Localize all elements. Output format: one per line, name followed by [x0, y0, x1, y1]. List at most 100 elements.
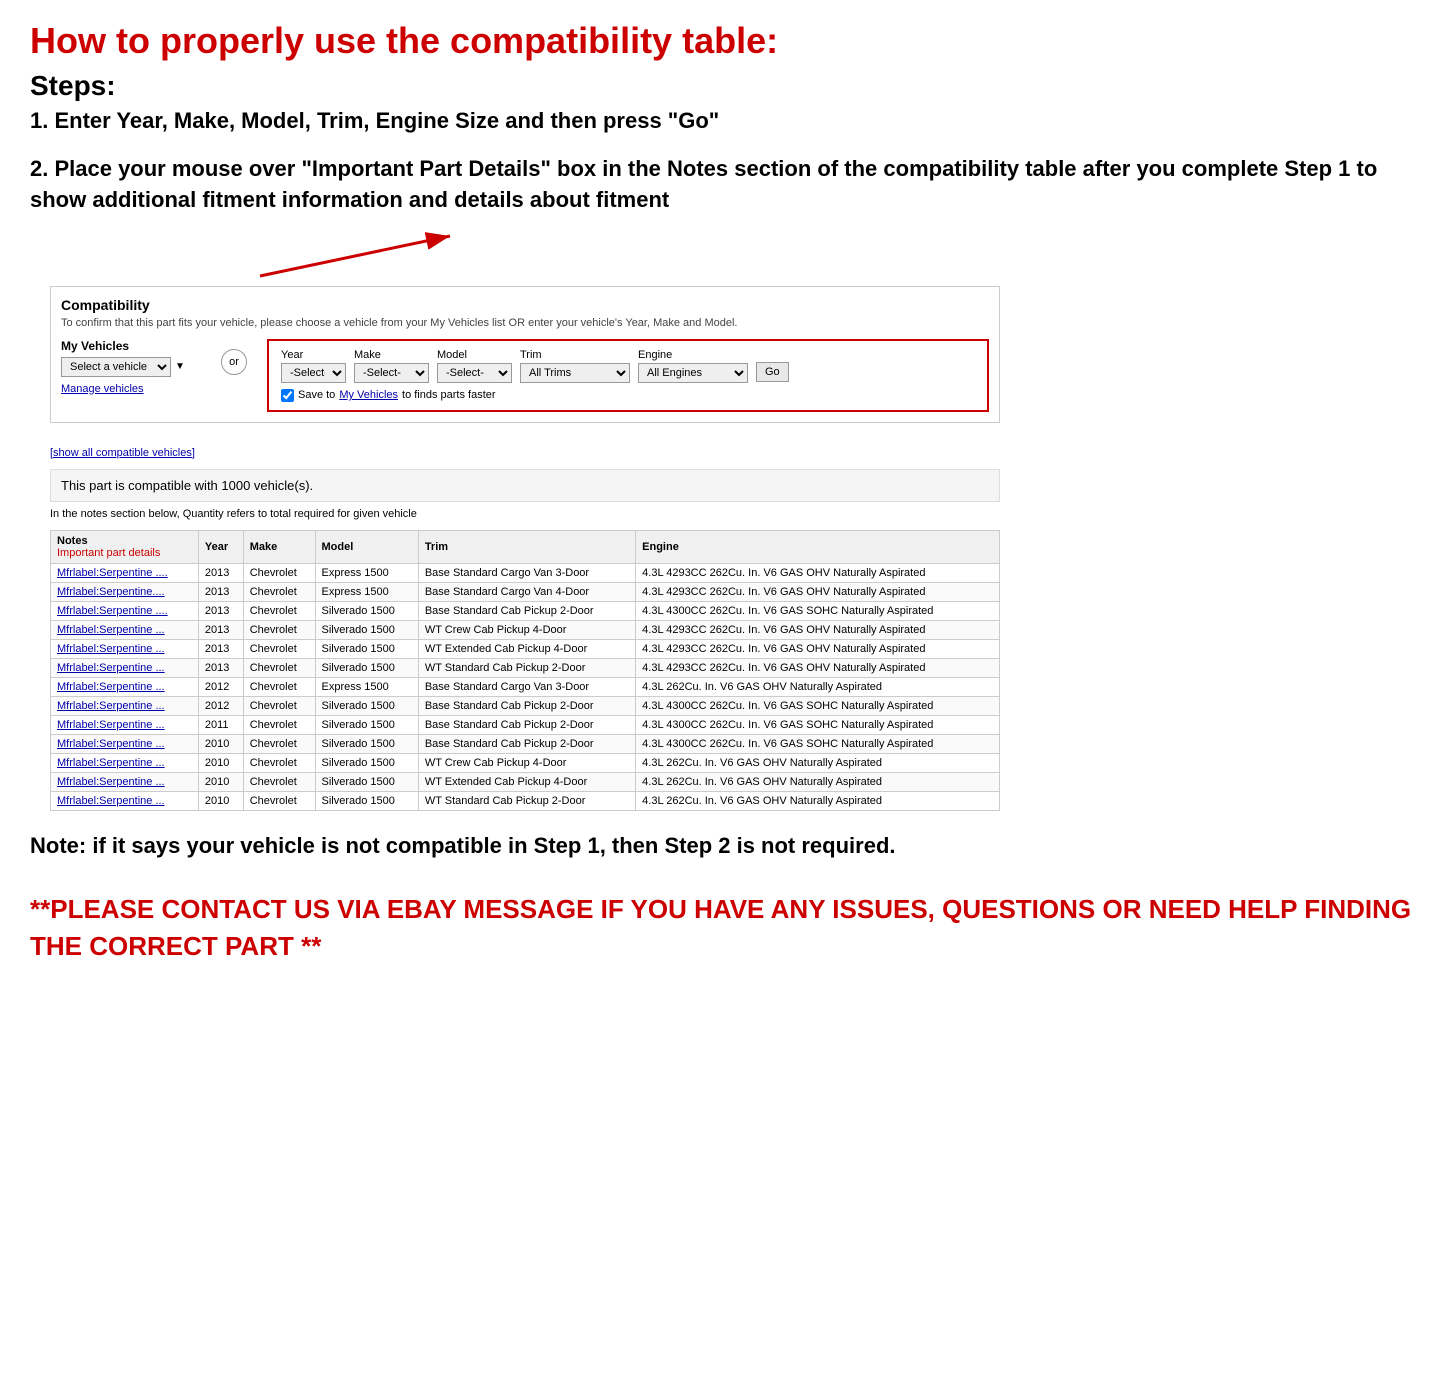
- header-model: Model: [315, 530, 418, 563]
- notes-cell[interactable]: Mfrlabel:Serpentine ...: [51, 791, 199, 810]
- make-cell: Chevrolet: [243, 753, 315, 772]
- year-select[interactable]: -Select-: [281, 363, 346, 383]
- engine-select[interactable]: All Engines: [638, 363, 748, 383]
- trim-cell: WT Standard Cab Pickup 2-Door: [418, 658, 635, 677]
- trim-cell: WT Standard Cab Pickup 2-Door: [418, 791, 635, 810]
- header-trim: Trim: [418, 530, 635, 563]
- header-year: Year: [198, 530, 243, 563]
- engine-cell: 4.3L 4293CC 262Cu. In. V6 GAS OHV Natura…: [636, 582, 1000, 601]
- model-cell: Silverado 1500: [315, 734, 418, 753]
- vehicle-form-section: Year -Select- Make -Select- Model -Selec…: [267, 339, 989, 412]
- make-cell: Chevrolet: [243, 696, 315, 715]
- trim-cell: Base Standard Cargo Van 3-Door: [418, 563, 635, 582]
- engine-cell: 4.3L 4293CC 262Cu. In. V6 GAS OHV Natura…: [636, 658, 1000, 677]
- compat-title: Compatibility: [61, 297, 989, 313]
- save-checkbox[interactable]: [281, 389, 294, 402]
- or-label: or: [221, 349, 247, 375]
- make-cell: Chevrolet: [243, 601, 315, 620]
- year-cell: 2010: [198, 753, 243, 772]
- model-select[interactable]: -Select-: [437, 363, 512, 383]
- table-row: Mfrlabel:Serpentine ...2013ChevroletSilv…: [51, 639, 1000, 658]
- compatibility-table: Notes Important part details Year Make M…: [50, 530, 1000, 811]
- model-cell: Silverado 1500: [315, 753, 418, 772]
- go-button[interactable]: Go: [756, 362, 789, 382]
- notes-header-label: Notes: [57, 535, 88, 547]
- model-cell: Express 1500: [315, 677, 418, 696]
- engine-cell: 4.3L 4300CC 262Cu. In. V6 GAS SOHC Natur…: [636, 715, 1000, 734]
- trim-label: Trim: [520, 349, 630, 361]
- engine-cell: 4.3L 4300CC 262Cu. In. V6 GAS SOHC Natur…: [636, 601, 1000, 620]
- make-cell: Chevrolet: [243, 658, 315, 677]
- my-vehicles-section: My Vehicles Select a vehicle ▼ Manage ve…: [61, 339, 201, 401]
- engine-cell: 4.3L 4300CC 262Cu. In. V6 GAS SOHC Natur…: [636, 696, 1000, 715]
- table-row: Mfrlabel:Serpentine ...2011ChevroletSilv…: [51, 715, 1000, 734]
- table-row: Mfrlabel:Serpentine ...2010ChevroletSilv…: [51, 772, 1000, 791]
- year-cell: 2012: [198, 696, 243, 715]
- table-header-row: Notes Important part details Year Make M…: [51, 530, 1000, 563]
- notes-cell[interactable]: Mfrlabel:Serpentine ...: [51, 734, 199, 753]
- make-cell: Chevrolet: [243, 715, 315, 734]
- trim-cell: Base Standard Cab Pickup 2-Door: [418, 601, 635, 620]
- show-all-link[interactable]: [show all compatible vehicles]: [50, 447, 195, 459]
- trim-cell: Base Standard Cab Pickup 2-Door: [418, 734, 635, 753]
- manage-vehicles-link[interactable]: Manage vehicles: [61, 383, 201, 395]
- make-cell: Chevrolet: [243, 734, 315, 753]
- year-label: Year: [281, 349, 346, 361]
- engine-cell: 4.3L 4293CC 262Cu. In. V6 GAS OHV Natura…: [636, 620, 1000, 639]
- trim-cell: Base Standard Cargo Van 3-Door: [418, 677, 635, 696]
- trim-cell: WT Crew Cab Pickup 4-Door: [418, 620, 635, 639]
- model-cell: Express 1500: [315, 563, 418, 582]
- year-field: Year -Select-: [281, 349, 346, 383]
- notes-cell[interactable]: Mfrlabel:Serpentine ...: [51, 639, 199, 658]
- vehicle-select[interactable]: Select a vehicle: [61, 357, 171, 377]
- make-select[interactable]: -Select-: [354, 363, 429, 383]
- year-cell: 2013: [198, 601, 243, 620]
- table-row: Mfrlabel:Serpentine ...2010ChevroletSilv…: [51, 734, 1000, 753]
- notes-cell[interactable]: Mfrlabel:Serpentine....: [51, 582, 199, 601]
- trim-field: Trim All Trims: [520, 349, 630, 383]
- table-row: Mfrlabel:Serpentine ...2010ChevroletSilv…: [51, 753, 1000, 772]
- make-cell: Chevrolet: [243, 563, 315, 582]
- my-vehicles-link[interactable]: My Vehicles: [339, 389, 398, 401]
- notes-cell[interactable]: Mfrlabel:Serpentine ...: [51, 715, 199, 734]
- header-engine: Engine: [636, 530, 1000, 563]
- trim-cell: WT Extended Cab Pickup 4-Door: [418, 772, 635, 791]
- engine-cell: 4.3L 262Cu. In. V6 GAS OHV Naturally Asp…: [636, 791, 1000, 810]
- notes-cell[interactable]: Mfrlabel:Serpentine ....: [51, 601, 199, 620]
- notes-cell[interactable]: Mfrlabel:Serpentine ...: [51, 658, 199, 677]
- steps-heading: Steps:: [30, 70, 1415, 102]
- important-part-details-label: Important part details: [57, 547, 160, 559]
- make-label: Make: [354, 349, 429, 361]
- step2-text: 2. Place your mouse over "Important Part…: [30, 154, 1415, 216]
- year-cell: 2013: [198, 582, 243, 601]
- model-cell: Express 1500: [315, 582, 418, 601]
- notes-cell[interactable]: Mfrlabel:Serpentine ...: [51, 677, 199, 696]
- year-cell: 2011: [198, 715, 243, 734]
- notes-cell[interactable]: Mfrlabel:Serpentine ....: [51, 563, 199, 582]
- trim-cell: WT Extended Cab Pickup 4-Door: [418, 639, 635, 658]
- trim-cell: WT Crew Cab Pickup 4-Door: [418, 753, 635, 772]
- model-cell: Silverado 1500: [315, 601, 418, 620]
- year-cell: 2013: [198, 639, 243, 658]
- notes-cell[interactable]: Mfrlabel:Serpentine ...: [51, 772, 199, 791]
- trim-select[interactable]: All Trims: [520, 363, 630, 383]
- main-title: How to properly use the compatibility ta…: [30, 20, 1415, 62]
- table-row: Mfrlabel:Serpentine....2013ChevroletExpr…: [51, 582, 1000, 601]
- model-field: Model -Select-: [437, 349, 512, 383]
- compat-subtitle: To confirm that this part fits your vehi…: [61, 317, 989, 329]
- model-cell: Silverado 1500: [315, 715, 418, 734]
- year-cell: 2010: [198, 772, 243, 791]
- notes-cell[interactable]: Mfrlabel:Serpentine ...: [51, 753, 199, 772]
- header-notes: Notes Important part details: [51, 530, 199, 563]
- notes-cell[interactable]: Mfrlabel:Serpentine ...: [51, 620, 199, 639]
- model-cell: Silverado 1500: [315, 791, 418, 810]
- engine-cell: 4.3L 4293CC 262Cu. In. V6 GAS OHV Natura…: [636, 563, 1000, 582]
- make-field: Make -Select-: [354, 349, 429, 383]
- model-cell: Silverado 1500: [315, 696, 418, 715]
- make-cell: Chevrolet: [243, 582, 315, 601]
- my-vehicles-label: My Vehicles: [61, 339, 201, 353]
- year-cell: 2010: [198, 734, 243, 753]
- engine-cell: 4.3L 4300CC 262Cu. In. V6 GAS SOHC Natur…: [636, 734, 1000, 753]
- notes-cell[interactable]: Mfrlabel:Serpentine ...: [51, 696, 199, 715]
- make-cell: Chevrolet: [243, 791, 315, 810]
